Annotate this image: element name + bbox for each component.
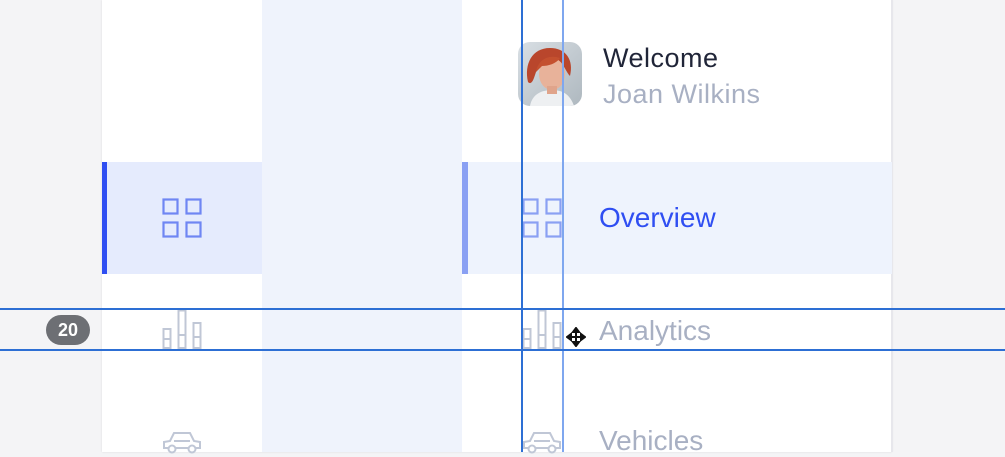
- avatar[interactable]: [518, 42, 582, 106]
- nav-item-vehicles-label[interactable]: Vehicles: [599, 425, 703, 457]
- user-name: Joan Wilkins: [603, 79, 761, 109]
- profile-photo: [518, 42, 582, 106]
- horizontal-guide-line-bottom[interactable]: [0, 349, 1005, 351]
- horizontal-guide-line-top[interactable]: [0, 308, 1005, 310]
- move-cursor-icon: [566, 327, 586, 347]
- car-icon: [523, 432, 561, 454]
- car-icon: [163, 432, 201, 454]
- vertical-guide-line-secondary[interactable]: [562, 0, 564, 452]
- nav-item-overview-label[interactable]: Overview: [599, 202, 716, 234]
- bar-chart-icon: [522, 309, 562, 349]
- grid-icon: [522, 198, 562, 238]
- spacing-measure-badge: 20: [46, 315, 90, 345]
- collapsed-column-background: [262, 0, 462, 452]
- active-indicator-expanded: [462, 162, 468, 274]
- grid-icon: [162, 198, 202, 238]
- welcome-text: Welcome: [603, 43, 719, 73]
- active-indicator: [102, 162, 107, 274]
- vertical-guide-line[interactable]: [521, 0, 523, 452]
- bar-chart-icon: [162, 309, 202, 349]
- nav-item-analytics-label[interactable]: Analytics: [599, 315, 711, 347]
